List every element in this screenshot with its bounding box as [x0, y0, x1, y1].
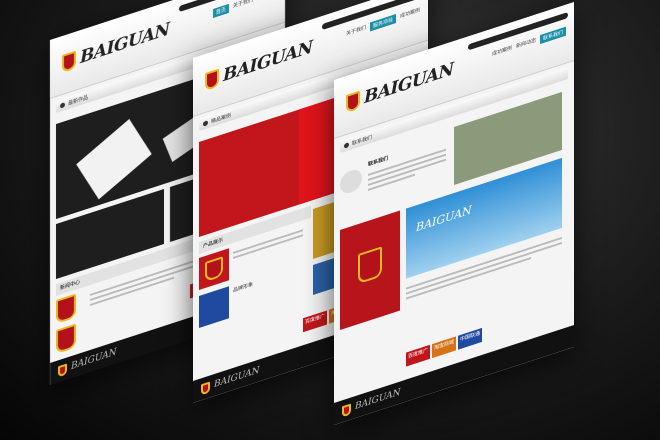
section-title: 联系我们 — [352, 134, 373, 147]
shield-icon — [56, 323, 76, 355]
top-nav: 首页 关于我们 服务项目 — [212, 0, 277, 19]
nav-item[interactable]: 关于我们 — [346, 24, 366, 40]
logo[interactable]: BAIGUAN — [62, 19, 170, 74]
nav-item[interactable]: 服务项目 — [257, 0, 277, 4]
nav-item[interactable]: 联系我们 — [539, 26, 566, 45]
section-title: 精品案例 — [211, 112, 232, 125]
news-thumb-2[interactable] — [56, 320, 86, 355]
section-title: 最新作品 — [68, 94, 89, 107]
phone-icon — [340, 166, 362, 197]
nav-item[interactable]: 首页 — [212, 3, 229, 19]
nav-item[interactable]: 新闻动态 — [516, 36, 536, 52]
shield-icon — [201, 380, 210, 395]
bullet-icon — [203, 119, 208, 127]
nav-item[interactable]: 关于我们 — [233, 0, 253, 12]
nav-item[interactable]: 服务项目 — [369, 14, 396, 32]
letterhead-image — [76, 118, 152, 200]
footer-brand: BAIGUAN — [214, 365, 260, 391]
footer-brand: BAIGUAN — [71, 347, 117, 373]
shield-icon — [358, 246, 382, 285]
bullet-icon — [344, 141, 349, 149]
poster-photo[interactable] — [340, 210, 400, 331]
banner-brand: BAIGUAN — [416, 203, 472, 235]
shield-icon — [342, 402, 351, 417]
product-thumb-1[interactable] — [199, 248, 229, 291]
product-thumb-2[interactable] — [199, 286, 229, 329]
top-nav: 成功案例 新闻动态 联系我们 — [492, 26, 566, 60]
bullet-icon — [60, 101, 65, 109]
shield-icon — [346, 90, 360, 114]
shield-icon — [56, 293, 76, 325]
footer-brand: BAIGUAN — [355, 387, 401, 413]
ad-badge[interactable]: 淘宝商城 — [432, 336, 457, 359]
ad-badge[interactable]: 百度推广 — [406, 344, 431, 367]
shield-icon — [205, 256, 223, 283]
news-thumb-1[interactable] — [56, 290, 86, 325]
ad-badge[interactable]: 百度推广 — [303, 310, 328, 333]
shield-icon — [62, 50, 76, 74]
contact-lines — [368, 146, 446, 194]
brand-name: BAIGUAN — [223, 37, 313, 87]
ad-badge[interactable]: 中国联通 — [458, 327, 483, 350]
product-label: 品牌形象 — [233, 281, 254, 295]
mockup-stage: BAIGUAN 首页 关于我们 服务项目 最新作品 新闻中心 百度推广 淘宝商城… — [0, 0, 660, 440]
shield-icon — [205, 68, 219, 92]
nav-item[interactable]: 成功案例 — [400, 6, 420, 22]
nav-item[interactable]: 成功案例 — [492, 44, 512, 60]
top-nav: 关于我们 服务项目 成功案例 — [346, 6, 420, 39]
shield-icon — [58, 362, 67, 377]
brand-name: BAIGUAN — [364, 59, 454, 109]
brand-name: BAIGUAN — [80, 19, 170, 69]
